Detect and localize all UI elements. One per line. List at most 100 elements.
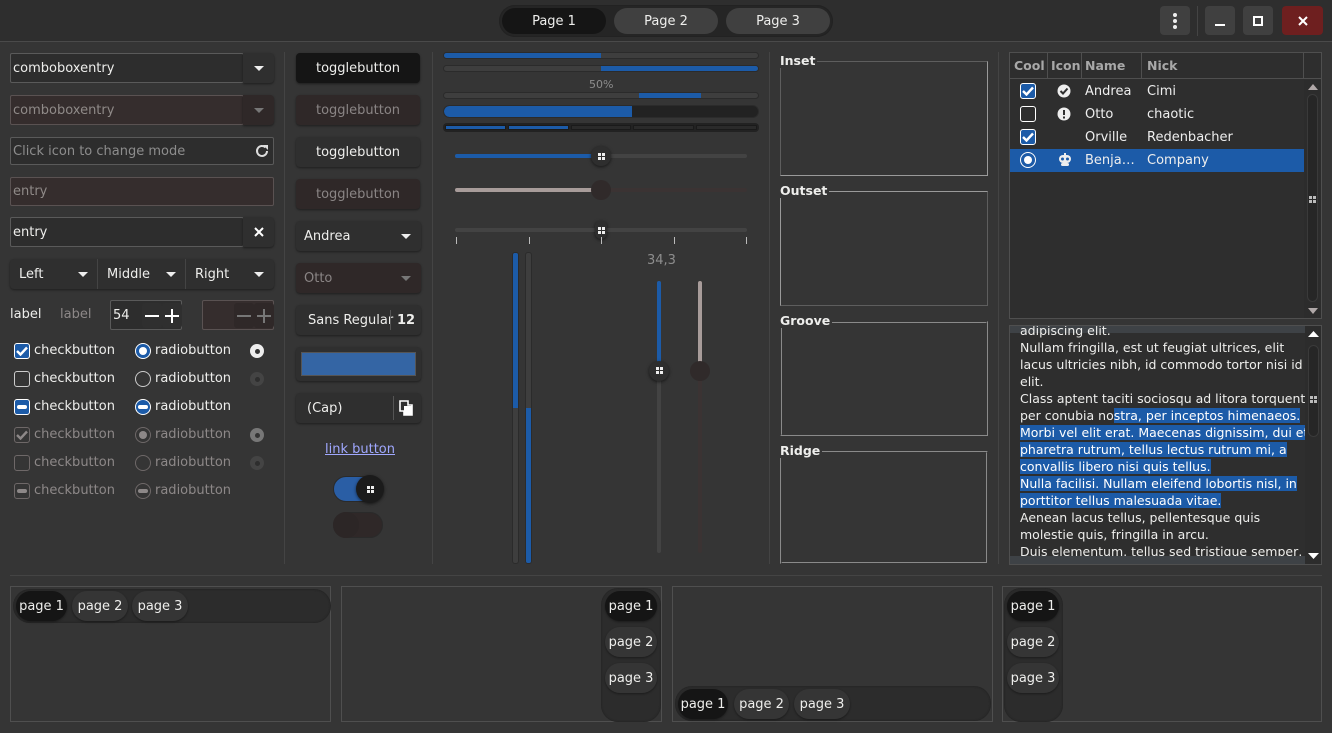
notebook-bottom-tab-1[interactable]: page 1	[678, 689, 728, 719]
menu-button[interactable]	[1160, 6, 1190, 35]
tree-row[interactable]: Otto chaotic	[1010, 103, 1304, 126]
notebook-top-tab-3[interactable]: page 3	[132, 591, 188, 621]
tree-row[interactable]: Benja… Company	[1010, 149, 1304, 172]
tree-row-name: Benja…	[1085, 153, 1135, 168]
notebook-bottom-tab-3[interactable]: page 3	[794, 689, 850, 719]
radio-checked[interactable]	[135, 343, 151, 359]
tree-row-checkbox[interactable]	[1020, 106, 1036, 122]
close-button[interactable]	[1282, 6, 1323, 35]
notebook-left-tab-2[interactable]: page 2	[1007, 627, 1059, 657]
vertical-progress-1	[512, 252, 519, 564]
maximize-button[interactable]	[1243, 6, 1273, 35]
tree-row[interactable]: Andrea Cimi	[1010, 80, 1304, 103]
text-scrollbar[interactable]	[1305, 326, 1321, 564]
header-separator	[1197, 6, 1198, 36]
notebook-bottom-tab-2[interactable]: page 2	[734, 689, 789, 719]
column-header-name[interactable]: Name	[1082, 53, 1142, 79]
tree-row-radio[interactable]	[1020, 152, 1036, 168]
combo-right[interactable]: Right	[186, 259, 274, 289]
clear-entry-button[interactable]	[243, 217, 274, 247]
combobox-dropdown-button[interactable]	[243, 53, 274, 83]
column-header-icon[interactable]: Icon	[1048, 53, 1082, 79]
scale-knob[interactable]	[649, 360, 669, 381]
notebook-right-tab-2[interactable]: page 2	[605, 627, 657, 657]
tree-row[interactable]: Orville Redenbacher	[1010, 126, 1304, 149]
notebook-left-tab-3[interactable]: page 3	[1007, 663, 1059, 693]
scroll-down-icon[interactable]	[1308, 553, 1319, 559]
spin-decrement-button-disabled	[234, 303, 254, 328]
checkbox-unchecked-disabled	[14, 455, 30, 471]
scrollbar-slider[interactable]	[1308, 345, 1319, 437]
radiobutton-label: radiobutton	[155, 371, 232, 386]
notebook-left-tab-1[interactable]: page 1	[1007, 591, 1059, 621]
scale-knob[interactable]	[591, 146, 611, 166]
notebook-top-tab-1[interactable]: page 1	[16, 591, 67, 621]
radiobutton-label: radiobutton	[155, 399, 232, 414]
tree-row-checkbox[interactable]	[1020, 129, 1036, 145]
column-header-nick[interactable]: Nick	[1142, 53, 1304, 79]
progress-bar-large	[443, 105, 759, 118]
combo-box-andrea[interactable]: Andrea	[296, 221, 421, 251]
switch-on[interactable]	[333, 475, 384, 503]
font-button[interactable]: Sans Regular 12	[296, 305, 421, 335]
accel-button[interactable]: (Cap)	[296, 393, 421, 423]
scroll-down-icon[interactable]	[1308, 308, 1318, 314]
combobox-entry-text: comboboxentry	[13, 60, 115, 76]
chevron-down-icon	[254, 271, 264, 277]
notebook-right-tab-1[interactable]: page 1	[605, 591, 657, 621]
switch-knob[interactable]	[356, 475, 384, 503]
radio-unchecked[interactable]	[135, 371, 151, 387]
minimize-button[interactable]	[1205, 6, 1235, 35]
radio-mixed[interactable]	[135, 399, 151, 415]
text-entry[interactable]: entry	[10, 217, 244, 247]
scale-with-marks[interactable]	[455, 221, 747, 239]
clear-icon	[253, 227, 264, 237]
radio-indicator-checked[interactable]	[250, 344, 264, 358]
grip-icon	[1310, 396, 1317, 403]
font-size: 12	[397, 312, 416, 328]
stack-page-1-button[interactable]: Page 1	[502, 8, 606, 34]
progress-fill	[444, 106, 633, 117]
chevron-down-icon	[401, 275, 411, 281]
column-header-cool[interactable]: Cool	[1010, 53, 1048, 79]
color-swatch	[301, 352, 416, 376]
text-line: Nullam fringilla, est ut feugiat ultrice…	[1020, 340, 1285, 355]
combo-middle[interactable]: Middle	[98, 259, 186, 289]
checkbox-checked[interactable]	[14, 343, 30, 359]
stack-page-2-button[interactable]: Page 2	[614, 8, 718, 34]
stack-page-3-button[interactable]: Page 3	[726, 8, 830, 34]
notebook-top-tab-2[interactable]: page 2	[72, 591, 128, 621]
scroll-up-icon[interactable]	[1308, 331, 1319, 337]
checkbox-unchecked[interactable]	[14, 371, 30, 387]
tree-view: Cool Icon Name Nick Andrea Cimi Otto chaoti…	[1009, 52, 1322, 319]
dash-icon	[138, 405, 148, 409]
mode-entry[interactable]: Click icon to change mode	[10, 137, 274, 165]
link-button[interactable]: link button	[325, 442, 395, 457]
color-button[interactable]	[296, 347, 421, 381]
spin-button[interactable]: 54	[110, 300, 182, 330]
refresh-icon[interactable]	[254, 143, 270, 159]
level-block	[570, 125, 632, 130]
scale-tick-mark	[528, 237, 530, 244]
togglebutton[interactable]: togglebutton	[296, 137, 420, 167]
label-disabled: label	[60, 307, 92, 322]
text-line: convallis libero nisi quis tellus.	[1020, 458, 1305, 475]
togglebutton-active[interactable]: togglebutton	[296, 53, 420, 83]
notebook-right-tab-3[interactable]: page 3	[605, 663, 657, 693]
tree-row-checkbox[interactable]	[1020, 83, 1036, 99]
scale-1[interactable]	[455, 146, 747, 166]
radio-indicator-disabled	[250, 456, 264, 470]
text-entry-value: entry	[13, 224, 48, 240]
text-view[interactable]: adipiscing elit. Nullam fringilla, est ut…	[1009, 325, 1322, 565]
combo-left[interactable]: Left	[10, 259, 98, 289]
tree-scrollbar[interactable]	[1304, 80, 1321, 318]
radio-indicator-inconsistent[interactable]	[250, 372, 264, 386]
spin-decrement-button[interactable]	[142, 303, 162, 328]
checkbox-mixed[interactable]	[14, 399, 30, 415]
combobox-entry[interactable]: comboboxentry	[10, 53, 244, 83]
scroll-up-icon[interactable]	[1308, 84, 1318, 90]
vertical-scale[interactable]	[649, 281, 669, 553]
frame-inset	[780, 61, 988, 176]
spin-increment-button[interactable]	[162, 303, 182, 328]
selected-text: pharetra rutrum, tellus lectus rutrum mi…	[1020, 442, 1287, 457]
